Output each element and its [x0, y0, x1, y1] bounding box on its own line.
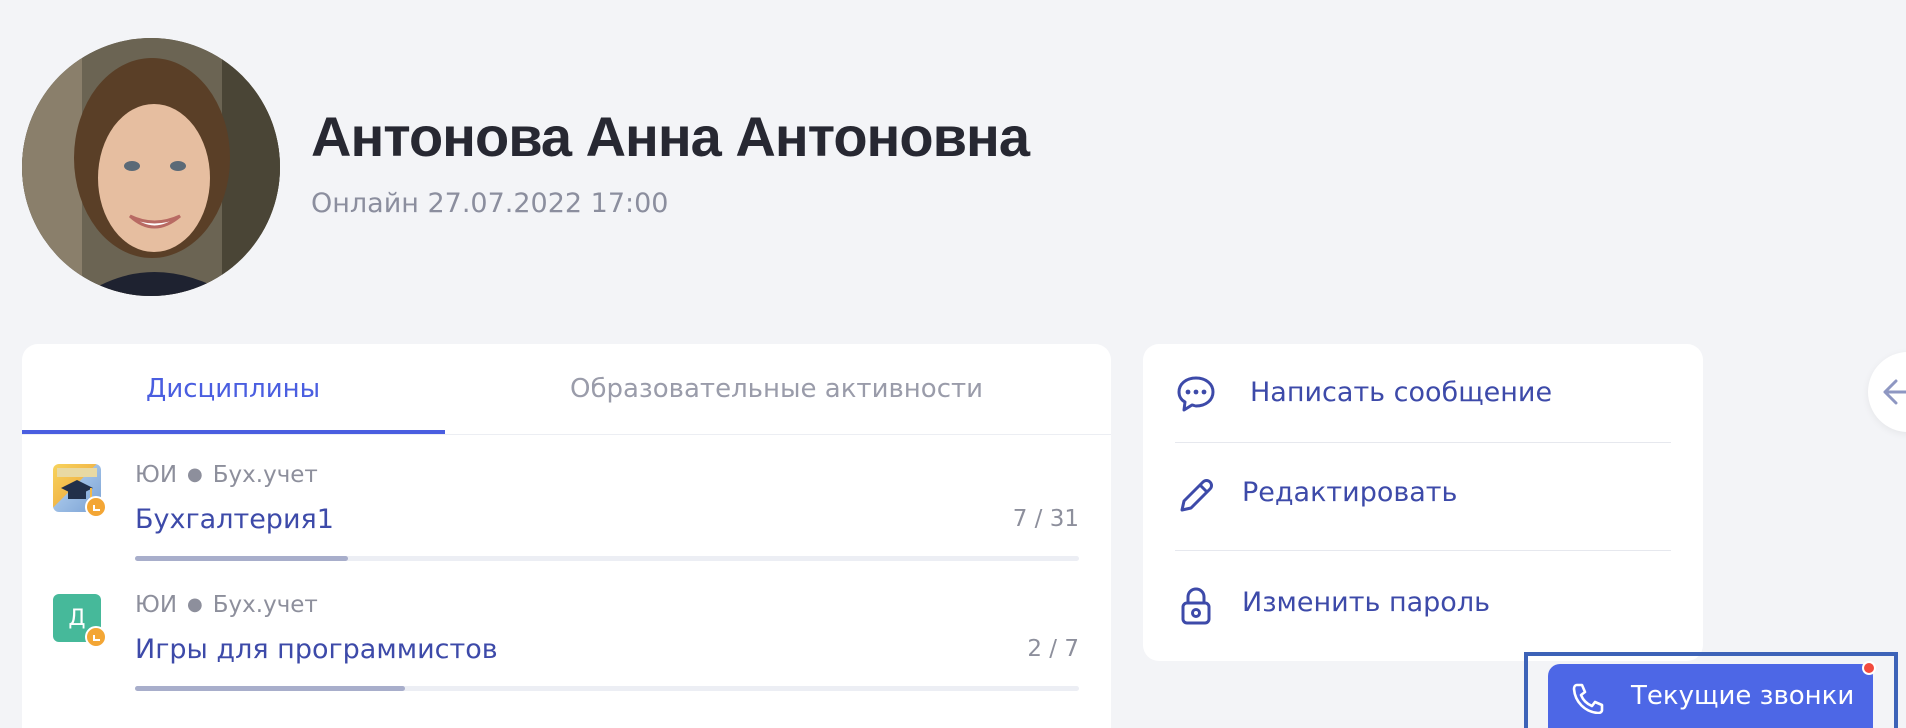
- course-title[interactable]: Бухгалтерия1: [135, 504, 334, 535]
- active-tab-indicator: [22, 430, 445, 434]
- course-progress-fill: [135, 686, 405, 691]
- course-meta: ЮИ ● Бух.учет: [135, 462, 318, 488]
- tab-educational-activities[interactable]: Образовательные активности: [570, 374, 983, 404]
- current-calls-button[interactable]: Текущие звонки: [1548, 664, 1873, 728]
- course-item[interactable]: ЮИ ● Бух.учет Бухгалтерия1 7 / 31: [22, 462, 1111, 582]
- clock-badge-icon: [85, 496, 107, 518]
- edit-label: Редактировать: [1242, 477, 1458, 508]
- send-message-button[interactable]: Написать сообщение: [1175, 344, 1671, 443]
- course-progress-bar: [135, 556, 1079, 561]
- current-calls-label: Текущие звонки: [1631, 681, 1855, 711]
- tab-disciplines[interactable]: Дисциплины: [146, 374, 320, 404]
- avatar: [22, 38, 280, 296]
- chat-bubble-icon: [1177, 376, 1215, 412]
- course-letter-icon: Д: [53, 594, 107, 648]
- course-progress-count: 7 / 31: [1012, 506, 1079, 532]
- graduation-cap-icon: [53, 464, 107, 518]
- course-progress-bar: [135, 686, 1079, 691]
- tab-bar: Дисциплины Образовательные активности: [22, 344, 1111, 435]
- separator-dot-icon: ●: [187, 594, 203, 615]
- lock-icon: [1181, 587, 1211, 625]
- course-title[interactable]: Игры для программистов: [135, 634, 498, 665]
- clock-badge-icon: [85, 626, 107, 648]
- online-status: Онлайн 27.07.2022 17:00: [311, 188, 669, 219]
- pencil-icon: [1180, 479, 1213, 512]
- profile-name: Антонова Анна Антоновна: [311, 105, 1030, 168]
- arrow-left-icon: [1883, 379, 1906, 405]
- notification-dot: [1862, 661, 1876, 675]
- send-message-label: Написать сообщение: [1250, 377, 1553, 408]
- course-progress-count: 2 / 7: [1027, 636, 1079, 662]
- phone-icon: [1572, 683, 1604, 714]
- course-progress-fill: [135, 556, 349, 561]
- change-password-label: Изменить пароль: [1242, 587, 1490, 618]
- courses-card: Дисциплины Образовательные активности ЮИ…: [22, 344, 1111, 728]
- actions-card: Написать сообщение Редактировать Изменит…: [1143, 344, 1703, 661]
- change-password-button[interactable]: Изменить пароль: [1175, 551, 1671, 661]
- course-category: Бух.учет: [212, 462, 318, 488]
- course-org: ЮИ: [135, 592, 178, 618]
- course-category: Бух.учет: [212, 592, 318, 618]
- separator-dot-icon: ●: [187, 464, 203, 485]
- collapse-panel-button[interactable]: [1868, 352, 1906, 432]
- edit-button[interactable]: Редактировать: [1175, 443, 1671, 551]
- course-item[interactable]: Д ЮИ ● Бух.учет Игры для программистов 2 /…: [22, 592, 1111, 712]
- course-meta: ЮИ ● Бух.учет: [135, 592, 318, 618]
- course-org: ЮИ: [135, 462, 178, 488]
